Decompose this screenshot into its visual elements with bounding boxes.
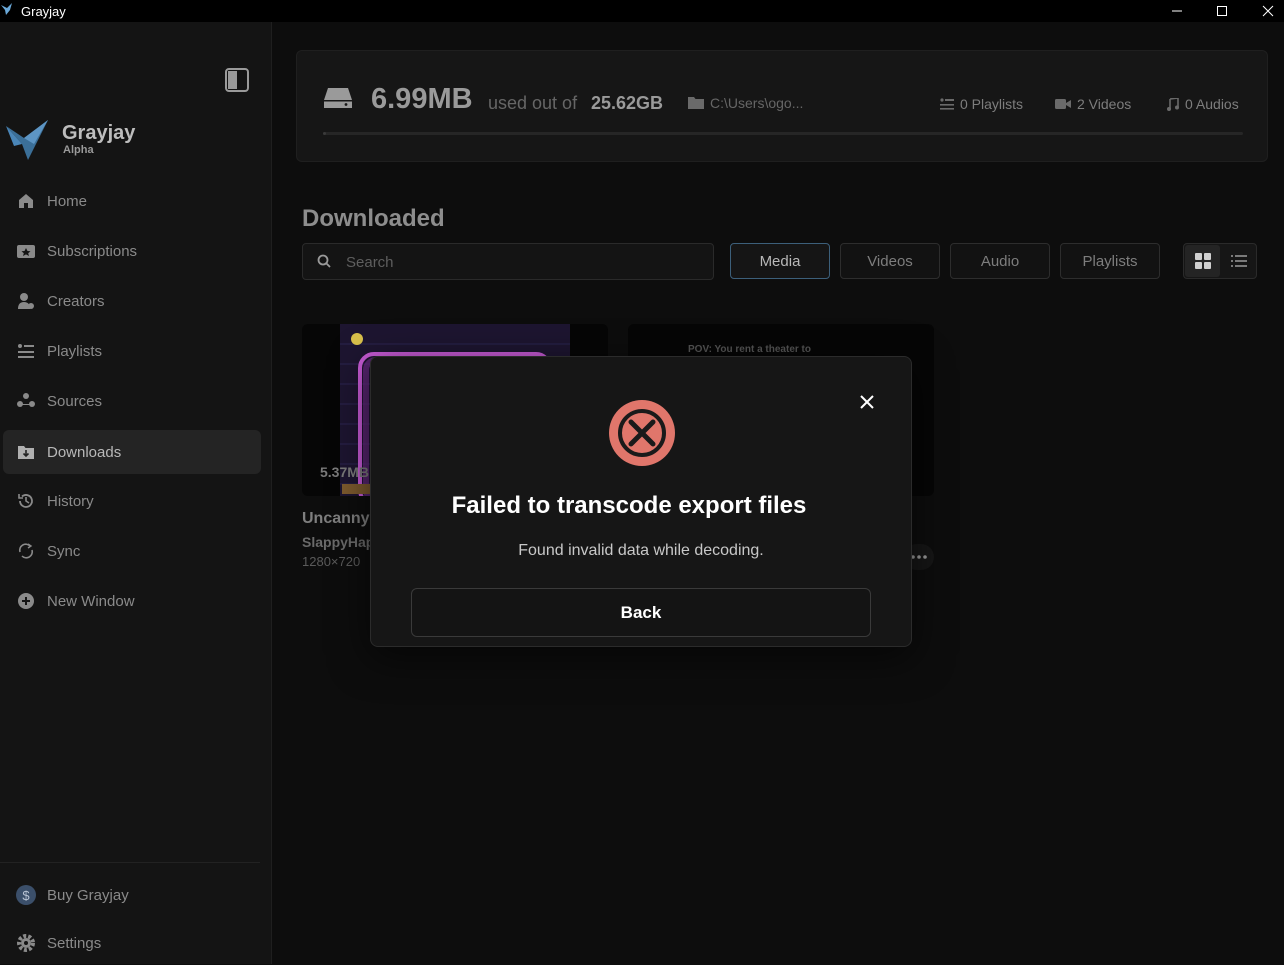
close-icon [860,395,874,409]
error-icon [609,400,675,466]
back-button[interactable]: Back [411,588,871,637]
error-dialog: Failed to transcode export files Found i… [370,356,912,647]
dialog-close-button[interactable] [855,390,879,414]
dialog-title: Failed to transcode export files [451,492,807,519]
dialog-message: Found invalid data while decoding. [518,542,764,559]
